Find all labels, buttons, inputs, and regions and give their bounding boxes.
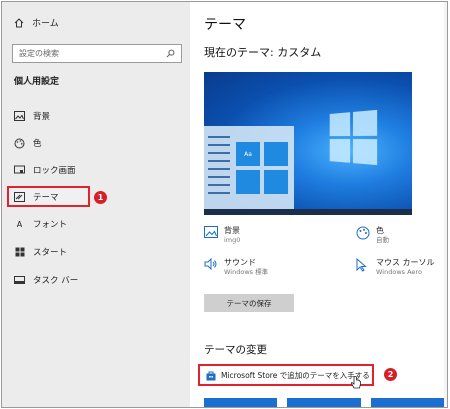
- theme-thumbnails: [204, 398, 444, 407]
- search-input[interactable]: 設定の検索: [12, 44, 182, 63]
- annotation-badge-1: 1: [94, 191, 107, 204]
- sidebar-item-theme[interactable]: テーマ: [14, 189, 59, 205]
- color-title: 色: [376, 226, 384, 235]
- background-setting[interactable]: 背景 img0: [204, 226, 240, 245]
- sidebar-item-lock-screen[interactable]: ロック画面: [14, 162, 76, 178]
- save-theme-button[interactable]: テーマの保存: [204, 294, 294, 312]
- theme-thumbnail[interactable]: [370, 398, 444, 407]
- sidebar-item-label: スタート: [33, 248, 68, 258]
- taskbar-icon: [14, 275, 25, 286]
- sidebar-item-label: 背景: [33, 112, 51, 122]
- current-theme-heading: 現在のテーマ: カスタム: [204, 46, 322, 59]
- cursor-value: Windows Aero: [376, 268, 422, 276]
- change-theme-heading: テーマの変更: [204, 344, 267, 356]
- sidebar-item-label: ロック画面: [33, 166, 76, 176]
- store-bag-icon: [206, 371, 216, 380]
- cursor-title: マウス カーソル: [376, 258, 435, 267]
- theme-thumbnail[interactable]: [204, 398, 278, 407]
- hand-cursor-icon: [351, 376, 361, 389]
- palette-icon: [356, 226, 370, 240]
- start-icon: [14, 247, 25, 258]
- sidebar-item-label: フォント: [33, 220, 68, 230]
- sidebar-item-fonts[interactable]: A フォント: [14, 216, 67, 232]
- preview-taskbar: [204, 209, 412, 215]
- sidebar-item-color[interactable]: 色: [14, 135, 42, 151]
- font-icon: A: [16, 219, 23, 229]
- sidebar-item-label: 色: [33, 139, 42, 149]
- main-content: テーマ 現在のテーマ: カスタム Aa 背景 img0 色 自動 サウンド Wi…: [190, 2, 447, 407]
- windows-logo-icon: [329, 109, 379, 167]
- sidebar-item-background[interactable]: 背景: [14, 108, 50, 124]
- palette-icon: [14, 138, 25, 149]
- home-link[interactable]: ホーム: [14, 16, 59, 29]
- preview-tile: Aa: [236, 142, 260, 166]
- sidebar-item-taskbar[interactable]: タスク バー: [14, 272, 78, 288]
- annotation-badge-2: 2: [384, 368, 397, 381]
- mouse-pointer-icon: [356, 258, 370, 272]
- section-title: 個人用設定: [14, 77, 60, 87]
- theme-icon: [14, 192, 25, 203]
- sidebar-item-start[interactable]: スタート: [14, 244, 67, 260]
- search-placeholder: 設定の検索: [19, 49, 59, 58]
- sidebar: ホーム 設定の検索 個人用設定 背景 色 ロック画面 テーマ 1 A フォント: [2, 2, 190, 407]
- settings-window: ホーム 設定の検索 個人用設定 背景 色 ロック画面 テーマ 1 A フォント: [1, 1, 448, 408]
- page-title: テーマ: [204, 17, 246, 33]
- theme-preview: Aa: [204, 72, 412, 215]
- sound-value: Windows 標準: [224, 268, 269, 276]
- search-icon: [166, 49, 175, 58]
- store-link-label: Microsoft Store で追加のテーマを入手する: [221, 371, 370, 380]
- preview-start-menu: Aa: [204, 126, 294, 210]
- scrollbar[interactable]: [444, 2, 447, 407]
- color-value: 自動: [376, 236, 389, 244]
- sidebar-item-label: テーマ: [33, 193, 59, 203]
- cursor-setting[interactable]: マウス カーソル Windows Aero: [356, 258, 435, 277]
- speaker-icon: [204, 258, 218, 272]
- background-title: 背景: [224, 226, 240, 235]
- microsoft-store-link[interactable]: Microsoft Store で追加のテーマを入手する: [206, 370, 370, 381]
- color-setting[interactable]: 色 自動: [356, 226, 389, 245]
- image-icon: [14, 111, 25, 122]
- home-icon: [14, 17, 24, 27]
- home-label: ホーム: [32, 19, 59, 29]
- sidebar-item-label: タスク バー: [33, 276, 79, 286]
- sound-setting[interactable]: サウンド Windows 標準: [204, 258, 268, 277]
- lock-screen-icon: [14, 165, 25, 176]
- image-icon: [204, 226, 218, 240]
- sound-title: サウンド: [224, 258, 256, 267]
- background-value: img0: [224, 236, 241, 244]
- theme-thumbnail[interactable]: [287, 398, 361, 407]
